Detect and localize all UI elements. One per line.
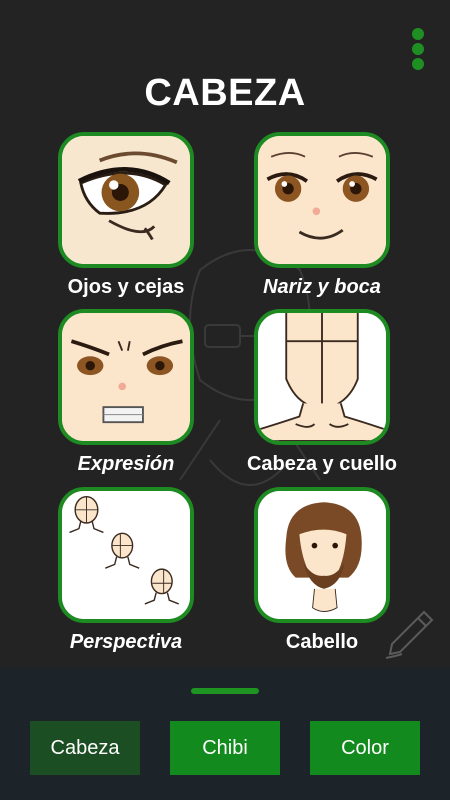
tile-label: Cabeza y cuello [246,453,398,475]
menu-dot [412,43,424,55]
drag-handle[interactable] [191,688,259,694]
eye-thumbnail-icon [58,132,194,268]
tile-label: Nariz y boca [263,276,381,298]
hair-thumbnail-icon [254,487,390,623]
pencil-icon[interactable] [382,606,438,662]
tile-expresion[interactable]: Expresión [56,309,196,476]
tile-label: Ojos y cejas [67,276,185,298]
page-title: CABEZA [144,72,306,114]
tile-label: Perspectiva [69,631,183,653]
tile-cabello[interactable]: Cabello [252,487,392,654]
tile-label: Cabello [285,631,359,653]
tile-perspectiva[interactable]: Perspectiva [56,487,196,654]
nose-mouth-thumbnail-icon [254,132,390,268]
tile-ojos-y-cejas[interactable]: Ojos y cejas [56,132,196,299]
tile-nariz-y-boca[interactable]: Nariz y boca [252,132,392,299]
tab-cabeza[interactable]: Cabeza [30,721,140,775]
tab-color[interactable]: Color [310,721,420,775]
menu-dot [412,28,424,40]
bottom-bar: Cabeza Chibi Color [0,668,450,800]
perspective-thumbnail-icon [58,487,194,623]
tab-chibi[interactable]: Chibi [170,721,280,775]
tile-cabeza-y-cuello[interactable]: Cabeza y cuello [247,309,397,476]
head-neck-thumbnail-icon [254,309,390,445]
tile-label: Expresión [77,453,175,475]
menu-dot [412,58,424,70]
expression-thumbnail-icon [58,309,194,445]
overflow-menu-icon[interactable] [412,28,426,70]
